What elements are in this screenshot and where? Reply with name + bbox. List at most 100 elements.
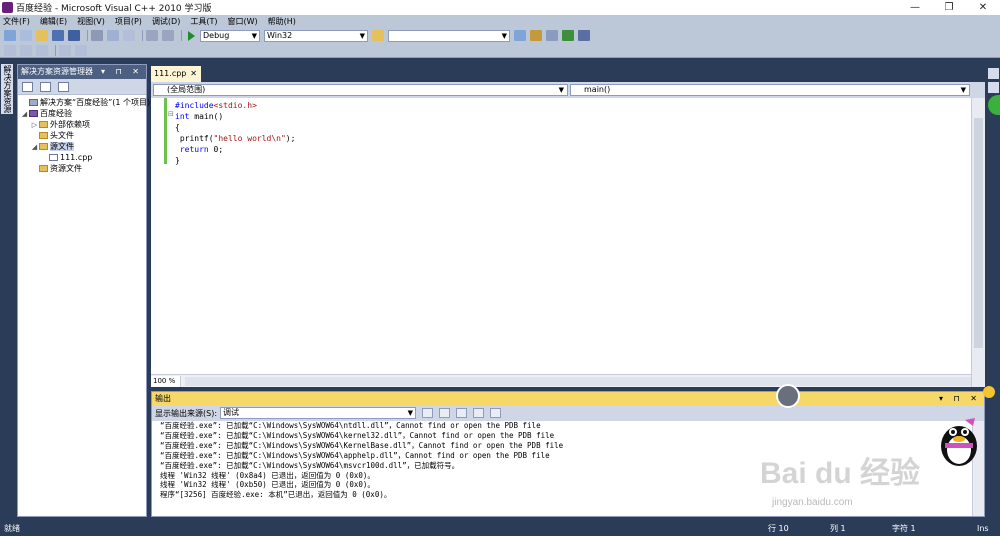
tree-item[interactable]: 111.cpp [20,152,146,163]
menu-file[interactable]: 文件(F) [3,16,30,27]
config-select[interactable]: Debug ▼ [200,29,260,42]
code-text-area[interactable]: ⊟ #include<stdio.h> int main(){ printf("h… [151,98,971,374]
toolbar-separator [87,30,88,41]
undo-icon[interactable] [146,30,158,41]
menu-project[interactable]: 项目(P) [115,16,142,27]
chevron-down-icon: ▼ [359,31,365,40]
tab-111-cpp[interactable]: 111.cpp ✕ [151,66,201,82]
minimize-button[interactable]: — [898,0,932,15]
save-all-icon[interactable] [68,30,80,41]
left-tab-strip: 解决方案资源管理器 [0,64,14,517]
next-message-icon[interactable] [456,408,468,418]
tree-item[interactable]: ◢ 百度经验 [20,108,146,119]
navigation-bar: (全局范围) ▼ main() ▼ [151,82,985,98]
start-page-icon[interactable] [578,30,590,41]
clear-all-icon[interactable] [473,408,485,418]
platform-value: Win32 [267,30,293,40]
toolbar-separator [181,30,182,41]
menu-view[interactable]: 视图(V) [77,16,105,27]
source-code[interactable]: #include<stdio.h> int main(){ printf("hel… [175,100,295,166]
paste-icon[interactable] [123,30,135,41]
tree-item[interactable]: 解决方案“百度经验”(1 个项目) [20,97,150,108]
solution-explorer-icon[interactable] [514,30,526,41]
previous-message-icon[interactable] [439,408,451,418]
toolbar-separator [55,45,56,56]
cut-icon[interactable] [91,30,103,41]
output-line: “百度经验.exe”: 已加载“C:\Windows\SysWOW64\ntdl… [160,421,541,430]
comment-icon[interactable] [59,45,71,56]
code-line[interactable]: printf("hello world\n"); [175,133,296,144]
class-view-icon[interactable] [562,30,574,41]
font-size-icon[interactable] [36,45,48,56]
solution-explorer-vertical-tab[interactable]: 解决方案资源管理器 [1,64,13,114]
close-icon[interactable]: ✕ [190,66,197,82]
panel-header-buttons[interactable]: ▾ ⊓ ✕ [101,65,143,79]
find-message-icon[interactable] [422,408,434,418]
properties-button-icon[interactable] [22,81,33,92]
close-button[interactable]: ✕ [966,0,1000,15]
outdent-icon[interactable] [20,45,32,56]
chevron-down-icon: ▼ [501,31,507,40]
code-line[interactable]: int main() [175,111,295,122]
redo-icon[interactable] [162,30,174,41]
show-all-files-icon[interactable] [40,81,51,92]
tree-item[interactable]: 头文件 [20,130,146,141]
scroll-thumb[interactable] [974,118,983,348]
find-in-files-icon[interactable] [372,30,384,41]
view-code-icon[interactable] [58,81,69,92]
folder-icon [39,132,48,139]
code-line[interactable]: { [175,122,295,133]
panel-header-buttons[interactable]: ▾ ⊓ ✕ [939,392,981,405]
toolbox-icon[interactable] [546,30,558,41]
menu-debug[interactable]: 调试(D) [152,16,180,27]
find-combo[interactable]: ▼ [388,29,510,42]
tree-item[interactable]: 资源文件 [20,163,146,174]
avatar [776,384,800,408]
code-token: #include [175,101,214,110]
menu-tools[interactable]: 工具(T) [190,16,217,27]
code-line[interactable]: #include<stdio.h> [175,100,295,111]
code-line[interactable]: } [175,155,295,166]
zoom-level[interactable]: 100 % [151,375,181,387]
member-select[interactable]: main() ▼ [570,84,970,96]
tree-item-label: 外部依赖项 [50,120,90,129]
watermark-logo: Bai du 经验 [760,457,921,490]
status-character: 字符 1 [892,524,916,533]
menu-edit[interactable]: 编辑(E) [40,16,67,27]
menu-window[interactable]: 窗口(W) [227,16,257,27]
platform-select[interactable]: Win32 ▼ [264,29,368,42]
word-wrap-icon[interactable] [490,408,502,418]
output-line: “百度经验.exe”: 已加载“C:\Windows\SysWOW64\kern… [160,430,555,440]
copy-icon[interactable] [107,30,119,41]
tree-item[interactable]: ▷ 外部依赖项 [20,119,146,130]
output-toolbar: 显示输出来源(S): 调试 ▼ [152,405,984,421]
solution-explorer-toolbar [18,79,146,95]
uncomment-icon[interactable] [75,45,87,56]
tab-label: 111.cpp [154,69,187,78]
menu-bar: 文件(F) 编辑(E) 视图(V) 项目(P) 调试(D) 工具(T) 窗口(W… [0,15,1000,28]
maximize-button[interactable]: ❐ [932,0,966,15]
indent-icon[interactable] [4,45,16,56]
tree-item-label: 资源文件 [50,164,82,173]
folder-icon [39,121,48,128]
properties-icon[interactable] [530,30,542,41]
editor-horizontal-scrollbar[interactable] [185,376,971,386]
open-file-icon[interactable] [36,30,48,41]
scope-select[interactable]: (全局范围) ▼ [153,84,568,96]
outline-collapse-icon[interactable]: ⊟ [168,110,174,118]
output-source-select[interactable]: 调试 ▼ [220,407,417,419]
save-icon[interactable] [52,30,64,41]
chevron-down-icon: ▼ [407,409,414,417]
window-title: 百度经验 - Microsoft Visual C++ 2010 学习版 [16,4,212,14]
add-item-icon[interactable] [20,30,32,41]
menu-help[interactable]: 帮助(H) [268,16,296,27]
pin-icon[interactable] [988,68,999,79]
code-line[interactable]: return 0; [175,144,295,155]
start-debugging-icon[interactable] [188,30,195,41]
new-project-icon[interactable] [4,30,16,41]
editor-vertical-scrollbar[interactable] [971,98,985,387]
tree-item[interactable]: ◢ 源文件 [20,141,146,152]
tree-item-label: 头文件 [50,131,74,140]
help-icon[interactable] [988,82,999,93]
status-line: 行 10 [768,524,789,533]
